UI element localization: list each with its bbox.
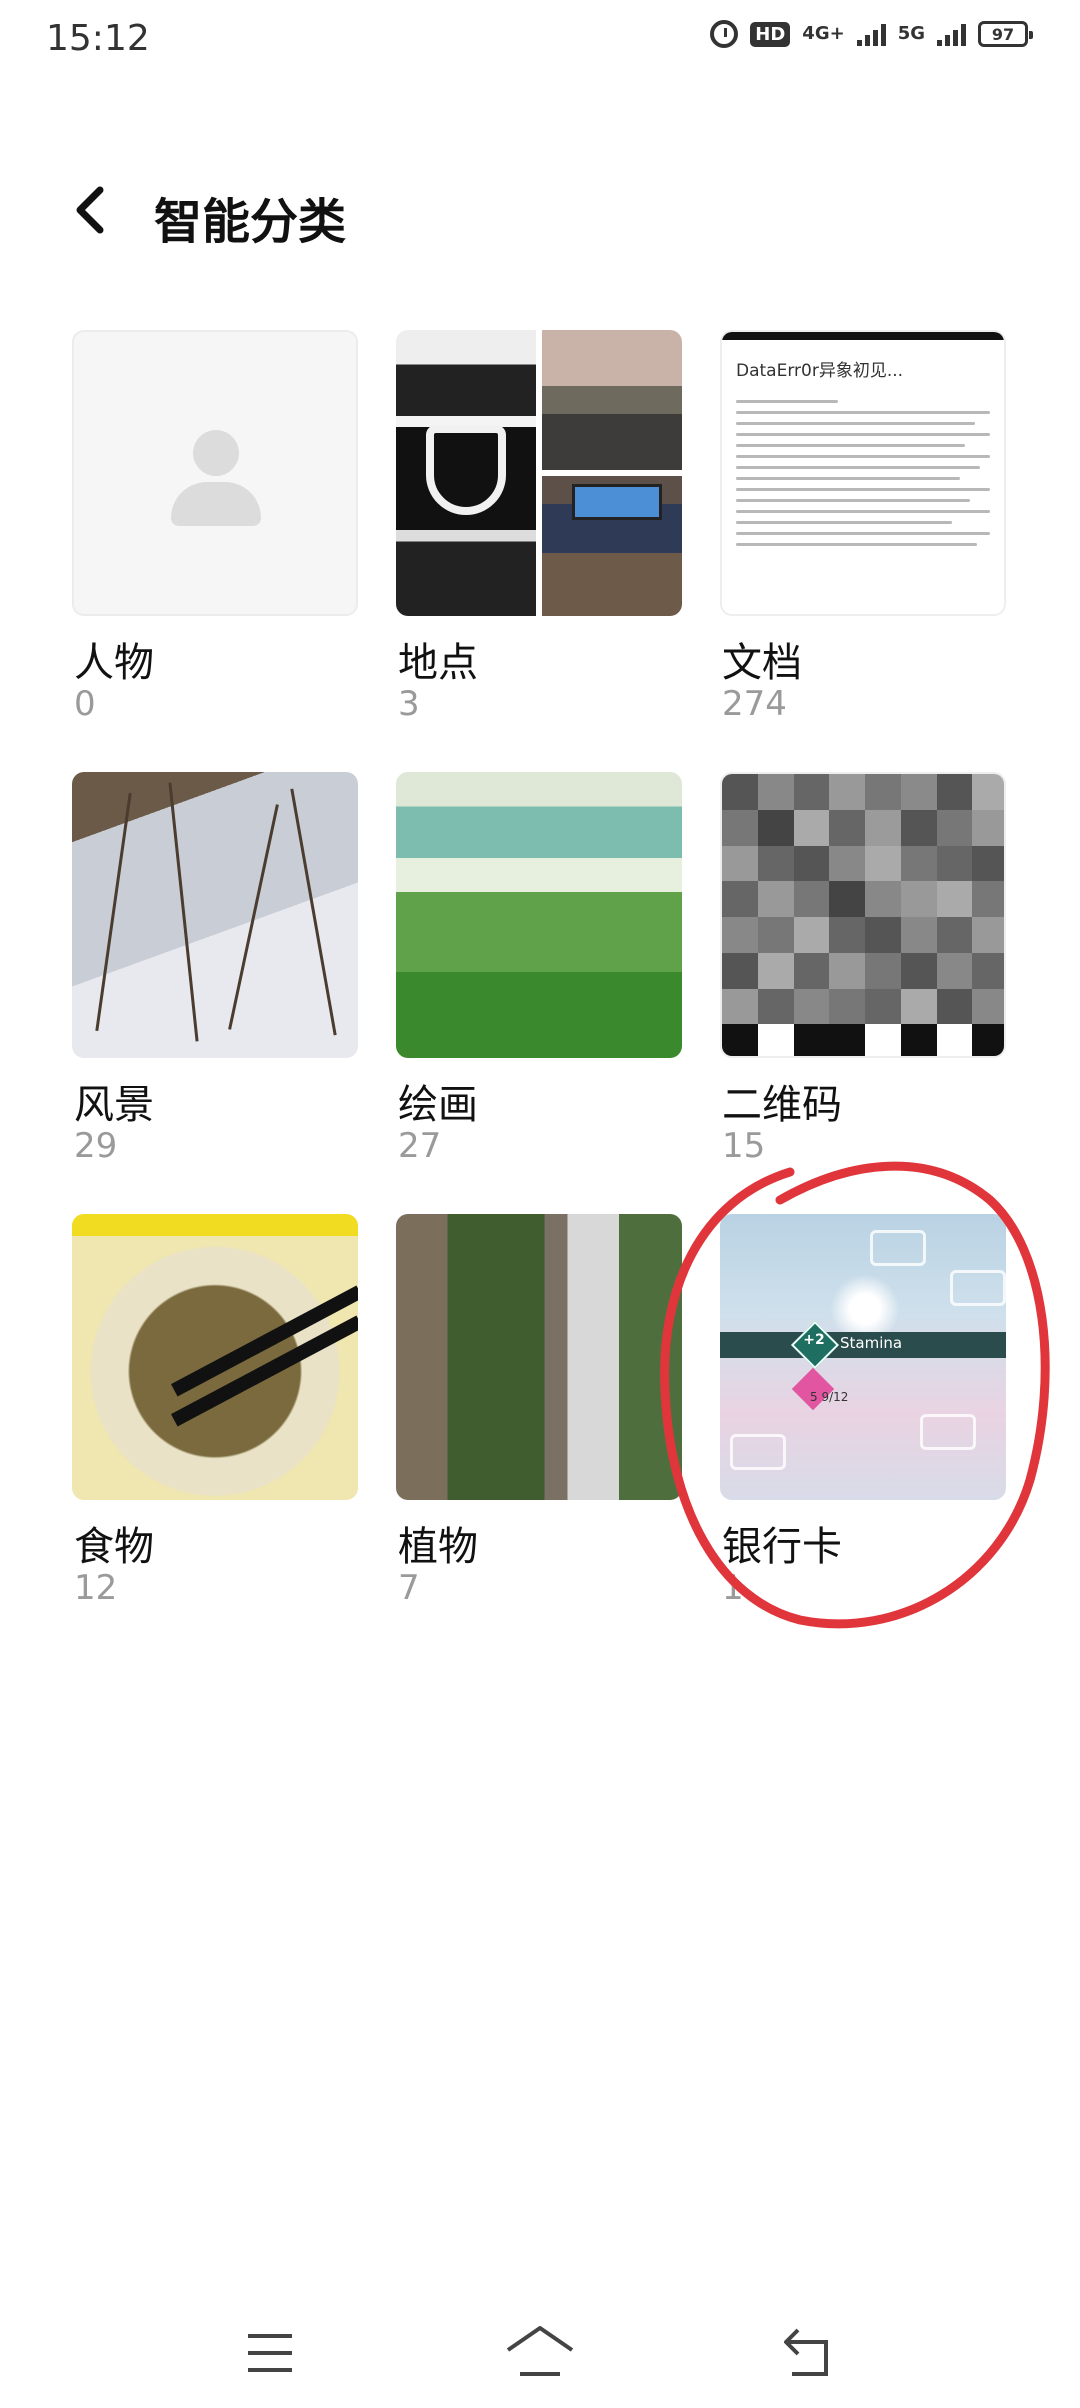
signal-bars-icon <box>937 22 966 46</box>
status-bar: 15:12 HD 4G+ 5G 97 <box>0 0 1080 80</box>
back-icon <box>784 2328 828 2376</box>
category-label: 植物 <box>398 1524 478 1570</box>
status-time: 15:12 <box>46 18 150 59</box>
category-count: 27 <box>398 1126 442 1166</box>
menu-button[interactable] <box>230 2318 310 2388</box>
navigation-bar <box>0 2300 1080 2400</box>
back-button[interactable] <box>62 180 122 240</box>
bank-card-thumbnail: +2 Stamina 5 9/12 <box>720 1214 1006 1500</box>
page-header: 智能分类 <box>0 160 1080 260</box>
category-label: 文档 <box>722 640 802 686</box>
category-paintings[interactable]: 绘画 27 <box>396 772 682 1166</box>
food-thumbnail <box>72 1214 358 1500</box>
category-places[interactable]: 地点 3 <box>396 330 682 724</box>
documents-thumbnail: DataErr0r异象初见... <box>720 330 1006 616</box>
battery-level: 97 <box>991 24 1015 44</box>
category-count: 15 <box>722 1126 766 1166</box>
category-count: 0 <box>74 684 96 724</box>
category-documents[interactable]: DataErr0r异象初见... 文档 274 <box>720 330 1006 724</box>
status-icons: HD 4G+ 5G 97 <box>710 20 1033 48</box>
category-count: 3 <box>398 684 420 724</box>
menu-icon <box>248 2334 292 2372</box>
category-label: 风景 <box>74 1082 154 1128</box>
plants-thumbnail <box>396 1214 682 1500</box>
category-label: 银行卡 <box>722 1524 842 1570</box>
signal-bars-icon <box>856 22 886 46</box>
pixelated-qr-code <box>722 774 1004 1056</box>
stamina-badge: +2 <box>803 1332 825 1348</box>
category-qrcode[interactable]: 二维码 15 <box>720 772 1006 1166</box>
paintings-thumbnail <box>396 772 682 1058</box>
people-thumbnail <box>72 330 358 616</box>
network-4g-label: 4G+ <box>802 23 845 44</box>
stamina-sub: 5 9/12 <box>810 1390 849 1404</box>
places-thumbnail <box>396 330 682 616</box>
home-button[interactable] <box>500 2318 580 2388</box>
category-count: 29 <box>74 1126 118 1166</box>
home-icon <box>506 2326 574 2376</box>
doc-thumbnail-title: DataErr0r异象初见... <box>736 361 904 381</box>
stamina-label: Stamina <box>840 1334 903 1352</box>
back-nav-button[interactable] <box>768 2318 848 2388</box>
battery-icon: 97 <box>978 21 1033 47</box>
category-count: 7 <box>398 1568 420 1608</box>
page-title: 智能分类 <box>154 194 347 250</box>
category-label: 人物 <box>74 640 154 686</box>
hd-voice-icon: HD <box>750 21 791 47</box>
category-people[interactable]: 人物 0 <box>72 330 358 724</box>
network-5g-label: 5G <box>897 23 925 44</box>
category-count: 274 <box>722 684 787 724</box>
category-label: 绘画 <box>398 1082 478 1128</box>
alarm-icon <box>710 20 739 48</box>
category-label: 二维码 <box>722 1082 842 1128</box>
category-label: 地点 <box>398 640 478 686</box>
person-placeholder-icon <box>193 430 239 476</box>
category-count: 1 <box>722 1568 744 1608</box>
category-count: 12 <box>74 1568 118 1608</box>
scenery-thumbnail <box>72 772 358 1058</box>
category-food[interactable]: 食物 12 <box>72 1214 358 1608</box>
category-scenery[interactable]: 风景 29 <box>72 772 358 1166</box>
category-bank-card[interactable]: +2 Stamina 5 9/12 银行卡 1 <box>720 1214 1006 1608</box>
chevron-left-icon <box>76 186 104 234</box>
qrcode-thumbnail <box>720 772 1006 1058</box>
category-label: 食物 <box>74 1524 154 1570</box>
category-plants[interactable]: 植物 7 <box>396 1214 682 1608</box>
